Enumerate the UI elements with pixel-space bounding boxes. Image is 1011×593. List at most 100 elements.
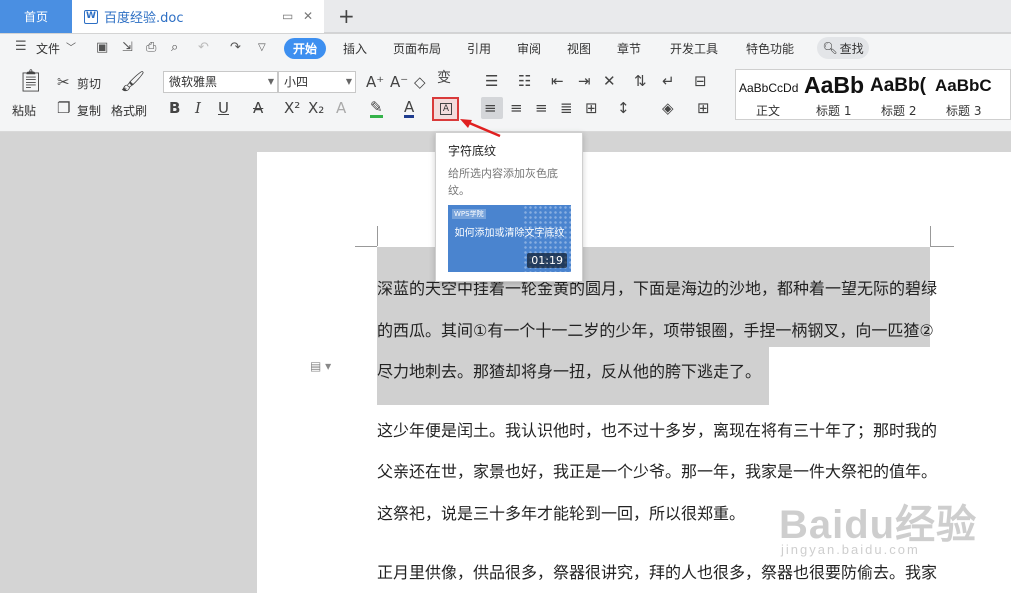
word-doc-icon: W [84,9,98,24]
copy-icon[interactable]: ❐ [57,100,70,116]
paragraph-line[interactable]: 这少年便是闰土。我认识他时，也不过十多岁，离现在将有三十年了；那时我的 [377,417,937,441]
font-name-value: 微软雅黑 [169,75,218,89]
font-size-value: 小四 [284,75,309,89]
tab-special-features[interactable]: 特色功能 [746,40,794,57]
chevron-down-icon[interactable]: ﹀ [66,39,76,54]
copy-button[interactable]: 复制 [77,102,101,119]
paste-icon[interactable]: 📋︎ [17,71,45,93]
styles-gallery[interactable]: AaBbCcDd AaBb AaBb( AaBbC 正文 标题 1 标题 2 标… [735,69,1011,120]
paragraph-line[interactable]: 尽力地刺去。那猹却将身一扭，反从他的胯下逃走了。 [377,358,761,382]
document-tab-title: 百度经验.doc [104,11,184,26]
tooltip-description: 给所选内容添加灰色底纹。 [448,167,558,197]
bold-icon[interactable]: B [169,100,180,116]
scissors-icon[interactable]: ✂ [57,74,70,90]
clear-format-icon[interactable]: ◇ [414,74,426,90]
print-preview-icon[interactable]: ⌕ [171,40,178,55]
redo-icon[interactable]: ↷ [230,40,241,55]
style-heading1-label: 标题 1 [816,104,852,118]
window-restore-icon[interactable]: ▭ [282,9,293,23]
close-tab-icon[interactable]: ✕ [303,9,313,23]
paragraph-layout-icon[interactable]: ▤ ▾ [310,359,331,373]
style-heading2-label: 标题 2 [881,104,917,118]
chevron-down-icon: ▼ [267,77,274,86]
align-left-button[interactable]: ≡ [481,97,503,119]
video-brand-logo: WPS学院 [452,209,486,219]
style-heading2-preview[interactable]: AaBb( [870,75,926,97]
show-marks-icon[interactable]: ↵ [662,73,675,89]
paragraph-line[interactable]: 正月里供像，供品很多，祭器很讲究，拜的人也很多，祭器也很要防偷去。我家 [377,559,937,583]
numbered-list-icon[interactable]: ☷ [518,73,531,89]
chinese-layout-icon[interactable]: ✕ [603,73,616,89]
crop-mark [377,226,378,246]
tab-document[interactable]: W 百度经验.doc ▭ ✕ [72,0,324,33]
line-spacing-icon[interactable]: ↕ [617,100,630,116]
bullet-list-icon[interactable]: ☰ [485,73,498,89]
format-painter-button[interactable]: 格式刷 [111,102,147,119]
tab-page-layout[interactable]: 页面布局 [393,40,441,57]
save-icon[interactable]: ▣ [96,40,108,55]
tab-bar: 首页 W 百度经验.doc ▭ ✕ + [0,0,1011,33]
sort-icon[interactable]: ⇅ [634,73,647,89]
font-size-select[interactable]: 小四 ▼ [278,71,356,93]
underline-icon[interactable]: U [218,100,229,116]
paragraph-line[interactable]: 的西瓜。其间①有一个十一二岁的少年，项带银圈，手捏一柄钢叉，向一匹猹② [377,317,934,341]
character-shading-tooltip: 字符底纹 给所选内容添加灰色底纹。 WPS学院 如何添加或清除文字底纹 01:1… [435,132,583,282]
undo-icon[interactable]: ↶ [198,40,209,55]
highlight-icon[interactable]: ✎ [370,99,383,118]
borders-icon[interactable]: ⊞ [697,100,710,116]
style-heading3-label: 标题 3 [946,104,982,118]
font-color-icon[interactable]: A [404,99,415,118]
export-icon[interactable]: ⇲ [122,40,133,55]
find-label: 查找 [839,41,864,56]
tab-references[interactable]: 引用 [467,40,491,57]
format-painter-icon[interactable]: 🖌︎ [120,71,145,91]
search-icon: 🔍︎ [822,41,838,55]
hamburger-menu-icon[interactable]: ☰ [15,39,27,54]
menu-file[interactable]: 文件 [36,40,60,57]
shrink-font-icon[interactable]: A⁻ [390,74,408,90]
tab-start[interactable]: 开始 [284,38,326,59]
new-tab-button[interactable]: + [338,4,355,28]
font-name-select[interactable]: 微软雅黑 ▼ [163,71,278,93]
tab-home[interactable]: 首页 [0,0,72,33]
subscript-icon[interactable]: X₂ [308,100,324,116]
grow-font-icon[interactable]: A⁺ [366,74,384,90]
tab-view[interactable]: 视图 [567,40,591,57]
red-arrow-annotation [460,119,501,138]
video-title: 如何添加或清除文字底纹 [454,228,565,239]
justify-icon[interactable]: ≣ [560,100,573,116]
text-effect-icon[interactable]: A [336,100,346,116]
crop-mark [930,246,954,247]
paste-button[interactable]: 粘贴 [12,102,36,119]
chevron-down-icon: ▼ [345,77,352,86]
table-layout-icon[interactable]: ⊟ [694,73,707,89]
style-heading3-preview[interactable]: AaBbC [935,76,992,96]
decrease-indent-icon[interactable]: ⇤ [551,73,564,89]
strikethrough-icon[interactable]: A [253,100,263,116]
watermark-url: jingyan.baidu.com [781,542,920,557]
align-left-icon: ≡ [484,99,497,117]
crop-mark [930,226,931,246]
increase-indent-icon[interactable]: ⇥ [578,73,591,89]
italic-icon[interactable]: I [195,100,201,116]
print-icon[interactable]: ⎙ [146,40,156,55]
distribute-icon[interactable]: ⊞ [585,100,598,116]
align-right-icon[interactable]: ≡ [535,100,548,116]
phonetic-guide-icon[interactable]: 变 [437,70,451,86]
video-duration: 01:19 [527,253,567,268]
tab-review[interactable]: 审阅 [517,40,541,57]
superscript-icon[interactable]: X² [284,100,300,116]
cut-button[interactable]: 剪切 [77,75,101,92]
quick-access-dropdown-icon[interactable]: ▽ [258,42,266,53]
find-button[interactable]: 🔍︎ 查找 [817,37,869,59]
align-center-icon[interactable]: ≡ [510,100,523,116]
style-normal-preview[interactable]: AaBbCcDd [739,81,798,95]
tab-developer-tools[interactable]: 开发工具 [670,40,718,57]
paragraph-line[interactable]: 这祭祀，说是三十多年才能轮到一回，所以很郑重。 [377,500,745,524]
tutorial-video-thumbnail[interactable]: WPS学院 如何添加或清除文字底纹 01:19 [448,205,571,272]
style-heading1-preview[interactable]: AaBb [804,72,864,99]
paragraph-line[interactable]: 父亲还在世，家景也好，我正是一个少爷。那一年，我家是一件大祭祀的值年。 [377,458,937,482]
tab-chapter[interactable]: 章节 [617,40,641,57]
shading-fill-icon[interactable]: ◈ [662,100,674,116]
tab-insert[interactable]: 插入 [343,40,367,57]
